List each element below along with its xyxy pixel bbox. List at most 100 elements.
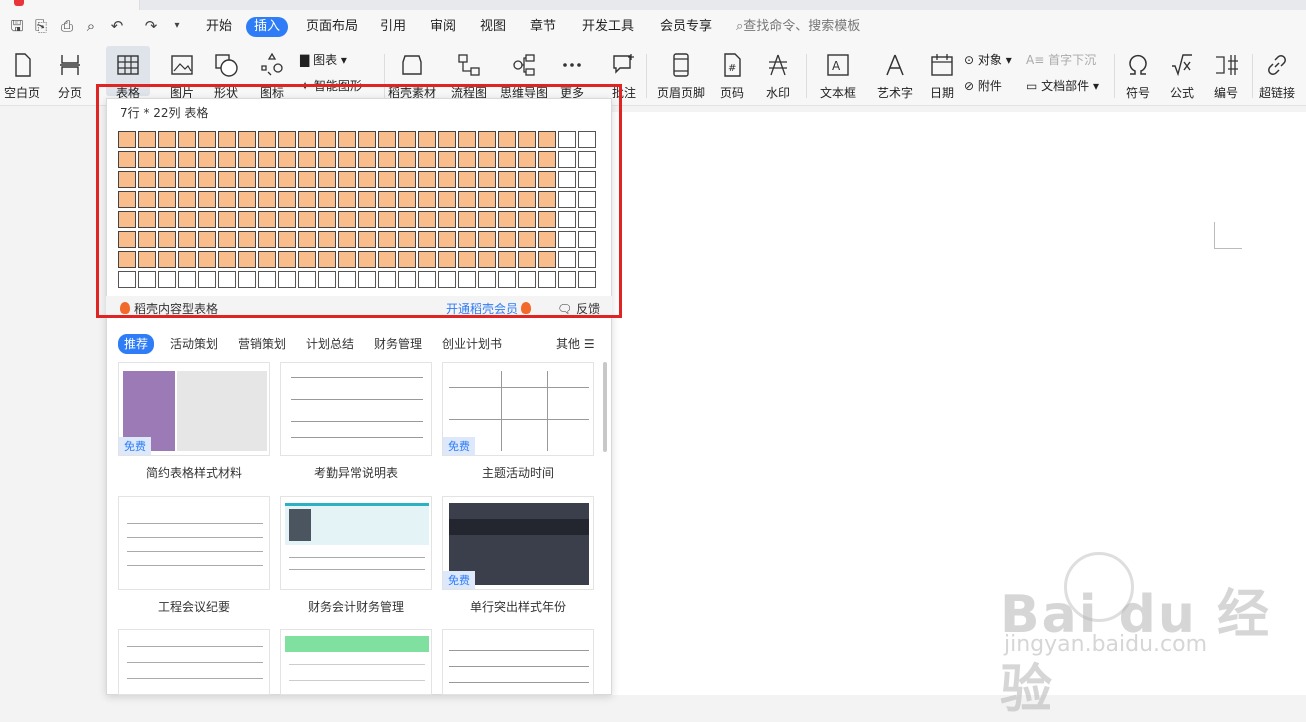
menu-view[interactable]: 视图 bbox=[480, 18, 506, 36]
thumb-line bbox=[501, 371, 502, 451]
save-icon[interactable]: 🖫 bbox=[8, 17, 26, 35]
print-preview-icon[interactable]: ⌕ bbox=[82, 17, 100, 35]
template-thumbnail[interactable] bbox=[118, 629, 270, 695]
picture-icon bbox=[171, 55, 193, 75]
category-marketing[interactable]: 营销策划 bbox=[238, 335, 286, 353]
chart-icon: ▇ bbox=[300, 53, 310, 67]
page-number-button[interactable]: # 页码 bbox=[712, 52, 752, 101]
thumb-line bbox=[127, 551, 263, 552]
category-activity[interactable]: 活动策划 bbox=[170, 335, 218, 353]
thumb-line bbox=[289, 569, 425, 570]
category-business-plan[interactable]: 创业计划书 bbox=[442, 335, 502, 353]
chart-button[interactable]: ▇ 图表 ▾ bbox=[300, 52, 347, 68]
ribbon-divider bbox=[806, 54, 807, 98]
header-footer-button[interactable]: 页眉页脚 bbox=[654, 52, 708, 101]
menu-icon: ☰ bbox=[583, 337, 595, 351]
chart-label: 图表 bbox=[313, 53, 338, 67]
document-tab[interactable] bbox=[0, 0, 140, 10]
template-title[interactable]: 主题活动时间 bbox=[442, 464, 594, 481]
template-title[interactable]: 财务会计财务管理 bbox=[280, 598, 432, 615]
menu-page-layout[interactable]: 页面布局 bbox=[306, 18, 358, 36]
template-title[interactable]: 简约表格样式材料 bbox=[118, 464, 270, 481]
textbox-button[interactable]: A 文本框 bbox=[812, 52, 864, 101]
template-thumbnail[interactable]: 免费 bbox=[118, 362, 270, 456]
more-icon bbox=[563, 63, 581, 67]
paperclip-icon: ⊘ bbox=[964, 79, 975, 93]
dropcap-button[interactable]: A≡ 首字下沉 bbox=[1026, 52, 1096, 68]
page-number-label: 页码 bbox=[719, 86, 744, 100]
textbox-label: 文本框 bbox=[819, 86, 856, 100]
template-thumbnail[interactable] bbox=[280, 629, 432, 695]
quick-access-dropdown-icon[interactable]: ▾ bbox=[168, 17, 186, 35]
doc-parts-button[interactable]: ▭ 文档部件 ▾ bbox=[1026, 78, 1099, 94]
date-button[interactable]: 日期 bbox=[926, 52, 958, 101]
thumb-line bbox=[291, 399, 423, 400]
category-finance[interactable]: 财务管理 bbox=[374, 335, 422, 353]
menu-chapter[interactable]: 章节 bbox=[530, 18, 556, 36]
svg-text:#: # bbox=[728, 63, 736, 74]
blank-page-icon bbox=[15, 53, 31, 77]
formula-button[interactable]: 公式 bbox=[1162, 52, 1202, 101]
thumb-line bbox=[449, 682, 589, 683]
header-footer-icon bbox=[673, 53, 689, 77]
doc-parts-icon: ▭ bbox=[1026, 79, 1038, 93]
category-other-label: 其他 bbox=[556, 337, 581, 351]
thumb-line bbox=[449, 419, 589, 420]
export-icon[interactable]: ⎘ bbox=[32, 17, 50, 35]
ribbon-divider bbox=[646, 54, 647, 98]
thumb-photo bbox=[289, 509, 311, 541]
shape-icon bbox=[215, 54, 238, 77]
hyperlink-button[interactable]: 超链接 bbox=[1256, 52, 1298, 101]
menu-references[interactable]: 引用 bbox=[380, 18, 406, 36]
category-recommend[interactable]: 推荐 bbox=[118, 334, 155, 354]
thumb-highlight-row bbox=[449, 519, 589, 535]
watermark-icon bbox=[769, 54, 787, 76]
print-icon[interactable]: ⎙ bbox=[58, 17, 76, 35]
wordart-button[interactable]: 艺术字 bbox=[868, 52, 922, 101]
menu-review[interactable]: 审阅 bbox=[430, 18, 456, 36]
menu-insert[interactable]: 插入 bbox=[246, 17, 289, 37]
link-icon bbox=[1268, 55, 1286, 75]
menu-developer[interactable]: 开发工具 bbox=[582, 18, 634, 36]
watermark-label: 水印 bbox=[765, 86, 790, 100]
ribbon-divider bbox=[1114, 54, 1115, 98]
template-thumbnail[interactable]: 免费 bbox=[442, 496, 594, 590]
object-button[interactable]: ⊙ 对象 ▾ bbox=[964, 52, 1012, 68]
template-thumbnail[interactable]: 免费 bbox=[442, 362, 594, 456]
attachment-button[interactable]: ⊘ 附件 bbox=[964, 78, 1002, 94]
template-list-scrollbar[interactable] bbox=[603, 362, 607, 452]
template-thumbnail[interactable] bbox=[280, 496, 432, 590]
hyperlink-label: 超链接 bbox=[1258, 86, 1295, 100]
category-plan-summary[interactable]: 计划总结 bbox=[306, 335, 354, 353]
blank-page-button[interactable]: 空白页 bbox=[0, 52, 44, 101]
thumb-line bbox=[289, 557, 425, 558]
redo-icon[interactable]: ↷ bbox=[142, 17, 160, 35]
menu-home[interactable]: 开始 bbox=[206, 18, 232, 36]
symbol-button[interactable]: 符号 bbox=[1118, 52, 1158, 101]
free-badge: 免费 bbox=[119, 437, 151, 455]
undo-icon[interactable]: ↶ bbox=[108, 17, 126, 35]
comment-icon bbox=[613, 54, 634, 74]
template-title[interactable]: 单行突出样式年份 bbox=[442, 598, 594, 615]
numbering-button[interactable]: 编号 bbox=[1206, 52, 1246, 101]
page-break-button[interactable]: 分页 bbox=[52, 52, 88, 101]
thumb-line bbox=[127, 537, 263, 538]
svg-text:A: A bbox=[832, 59, 841, 73]
category-other[interactable]: 其他 ☰ bbox=[556, 335, 595, 353]
menu-member[interactable]: 会员专享 bbox=[660, 18, 712, 36]
date-label: 日期 bbox=[929, 86, 954, 100]
template-thumbnail[interactable] bbox=[280, 362, 432, 456]
menu-bar bbox=[0, 10, 1306, 44]
wordart-icon bbox=[886, 54, 904, 76]
template-thumbnail[interactable] bbox=[442, 629, 594, 695]
template-title[interactable]: 工程会议纪要 bbox=[118, 598, 270, 615]
page-number-icon: # bbox=[724, 53, 741, 77]
thumb-line bbox=[291, 421, 423, 422]
dropcap-label: 首字下沉 bbox=[1048, 53, 1097, 67]
thumb-line bbox=[291, 377, 423, 378]
watermark-button[interactable]: 水印 bbox=[758, 52, 798, 101]
command-search[interactable]: ⌕查找命令、搜索模板 bbox=[736, 18, 860, 36]
thumb-line bbox=[289, 664, 425, 665]
template-title[interactable]: 考勤异常说明表 bbox=[280, 464, 432, 481]
template-thumbnail[interactable] bbox=[118, 496, 270, 590]
